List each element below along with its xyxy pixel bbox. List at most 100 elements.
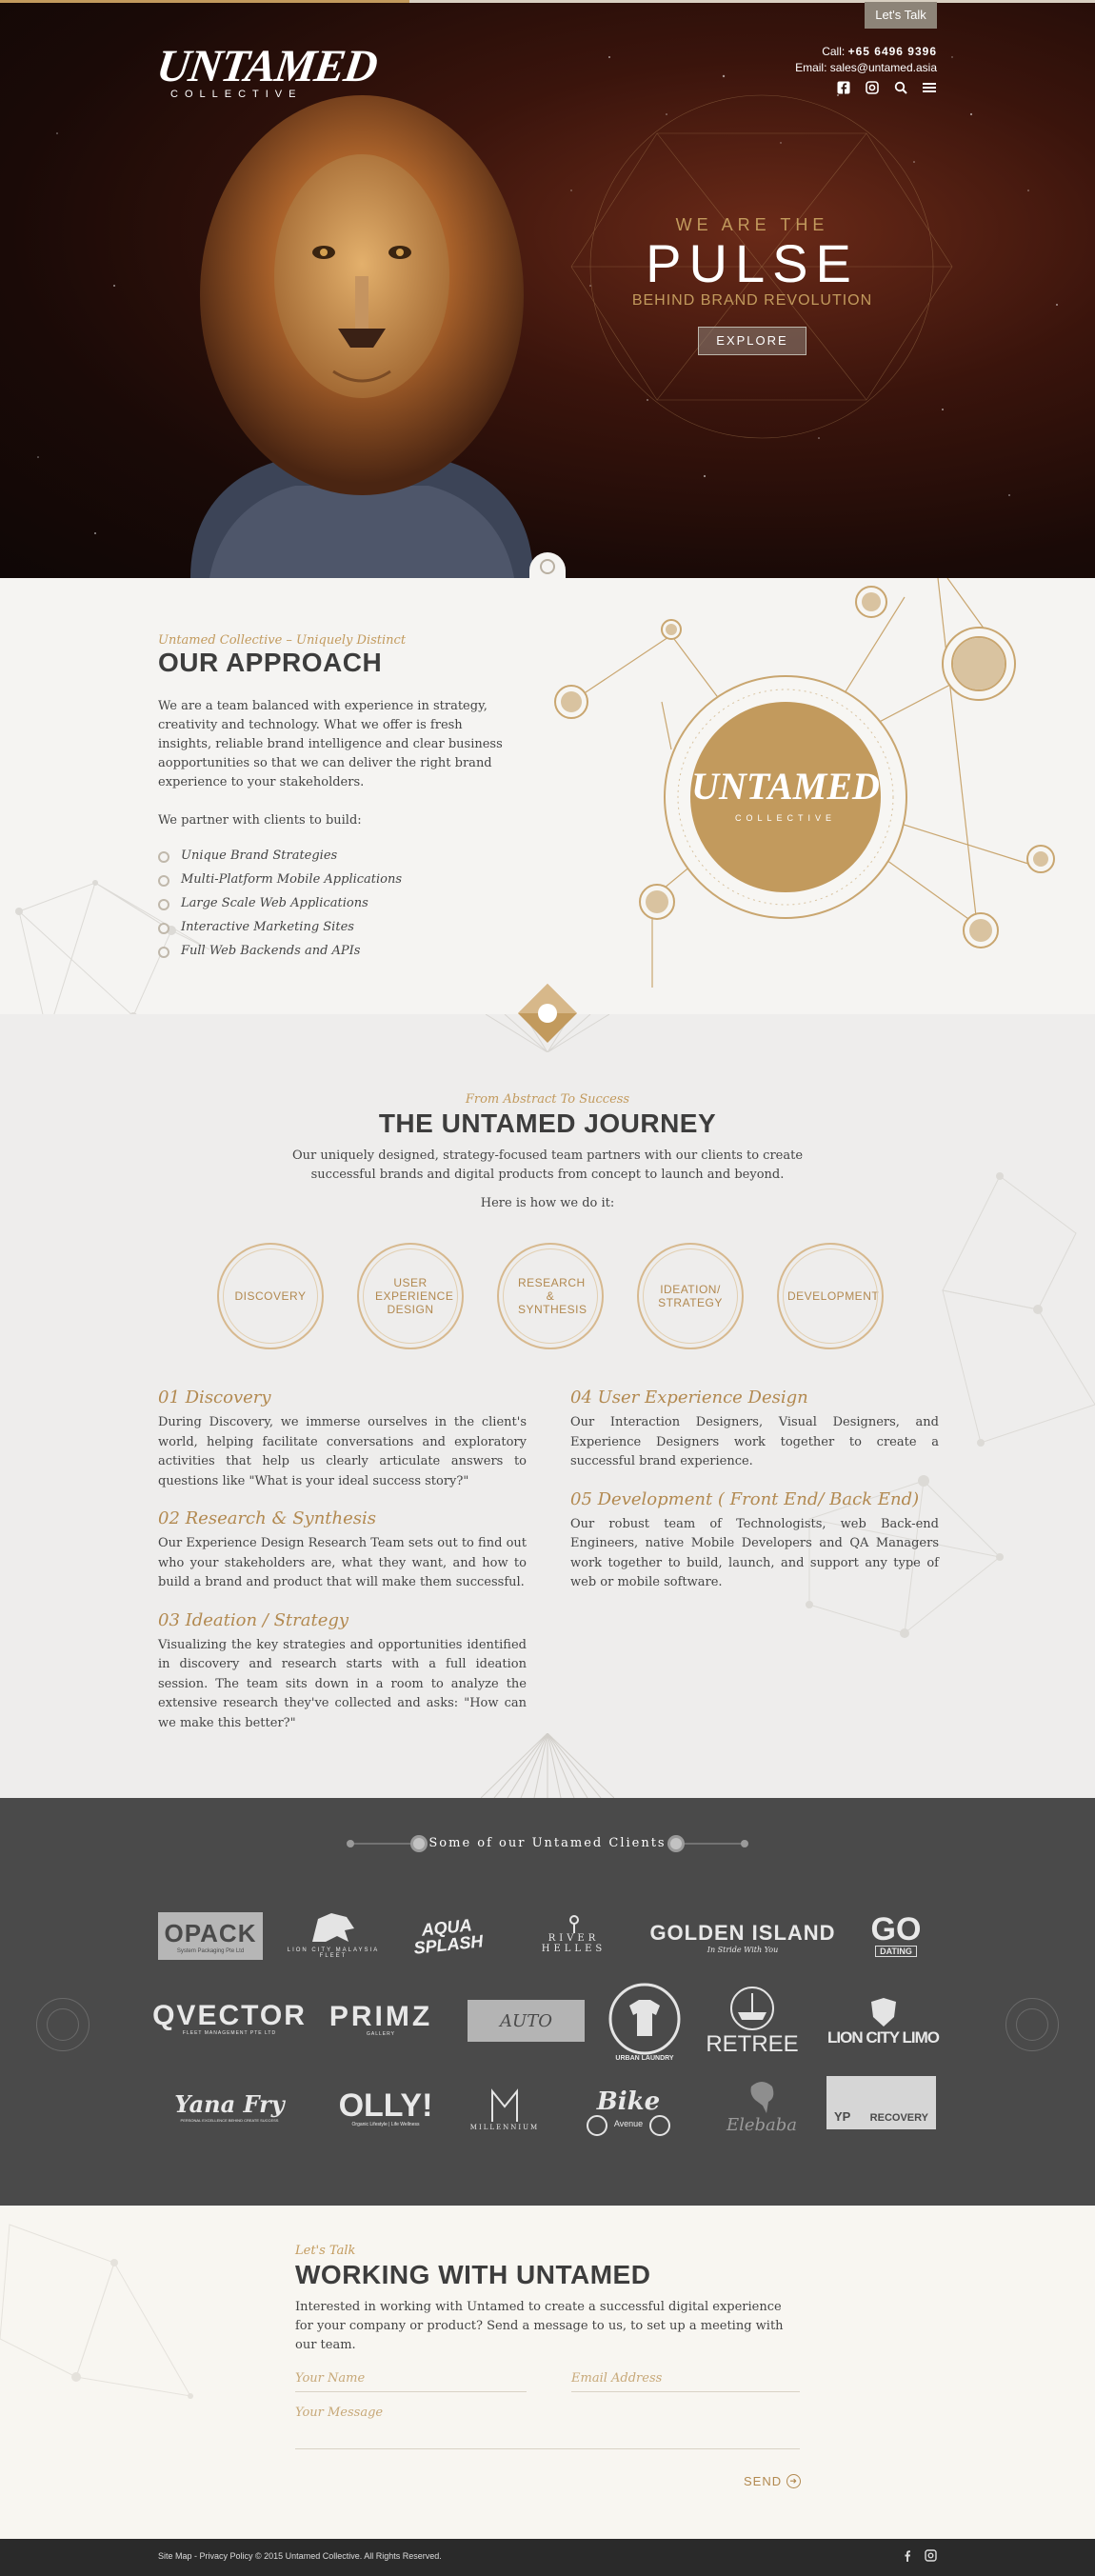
lets-talk-button[interactable]: Let's Talk — [865, 2, 937, 29]
elephant-icon — [750, 2081, 774, 2113]
step-label: DEVELOPMENT — [787, 1289, 880, 1303]
logo-text: GO — [870, 1911, 922, 1947]
list-item: Full Web Backends and APIs — [158, 939, 515, 963]
logo-text: MILLENNIUM — [469, 2124, 540, 2131]
client-logo-aqua-splash: AQUA SPLASH — [400, 1910, 495, 1962]
hero-banner: Let's Talk UNTAMED COLLECTIVE Call: +65 … — [0, 0, 1095, 578]
client-logo-river-helles: RIVER HELLES — [514, 1907, 633, 1960]
hero-subtitle: BEHIND BRAND REVOLUTION — [631, 292, 873, 309]
client-logo-go-dating: GO DATING — [855, 1907, 937, 1963]
logo-subtext: GALLERY — [367, 2031, 395, 2037]
section-text-development: Our robust team of Technologists, web Ba… — [570, 1516, 939, 1590]
contact-section: Let's Talk WORKING WITH UNTAMED Interest… — [0, 2206, 1095, 2539]
lion-emblem-icon — [312, 1913, 354, 1942]
logo-subtext: FLEET MANAGEMENT PTE LTD — [182, 2030, 277, 2036]
call-label: Call: — [822, 45, 846, 58]
logo-text: QVECTOR — [152, 2000, 307, 2031]
instagram-icon[interactable] — [925, 2549, 937, 2565]
phone-number[interactable]: +65 6496 9396 — [848, 45, 937, 58]
approach-content: Untamed Collective – Uniquely Distinct O… — [158, 633, 515, 963]
client-logo-olly: OLLY! Organic Lifestyle | Life Wellness — [333, 2084, 438, 2133]
footer-copyright[interactable]: Site Map - Privacy Policy © 2015 Untamed… — [158, 2551, 442, 2561]
logo-text: LION CITY LIMO — [827, 2028, 940, 2047]
services-list: Unique Brand Strategies Multi-Platform M… — [158, 844, 515, 963]
email-placeholder: Email Address — [571, 2371, 663, 2386]
approach-eyebrow: Untamed Collective – Uniquely Distinct — [158, 633, 407, 648]
list-item: Multi-Platform Mobile Applications — [158, 868, 515, 891]
footer: Site Map - Privacy Policy © 2015 Untamed… — [0, 2539, 1095, 2576]
globe-ship-icon — [730, 1987, 774, 2030]
send-button[interactable]: SEND ➜ — [744, 2474, 802, 2488]
name-input[interactable]: Your Name — [295, 2371, 527, 2392]
journey-header: From Abstract To Success THE UNTAMED JOU… — [262, 1092, 833, 1213]
instagram-icon[interactable] — [865, 80, 880, 95]
lion-crest-icon — [870, 1998, 896, 2027]
journey-intro: Our uniquely designed, strategy-focused … — [291, 1148, 804, 1182]
step-ideation-strategy[interactable]: IDEATION/ STRATEGY — [637, 1243, 744, 1349]
email-input[interactable]: Email Address — [571, 2371, 800, 2392]
hero-title: PULSE — [646, 233, 859, 293]
section-title-discovery: 01 Discovery — [158, 1388, 271, 1408]
send-label: SEND — [744, 2474, 783, 2488]
section-text-discovery: During Discovery, we immerse ourselves i… — [158, 1415, 527, 1488]
client-logo-primz: PRIMZ GALLERY — [328, 1998, 433, 2042]
list-item: Large Scale Web Applications — [158, 891, 515, 915]
step-development[interactable]: DEVELOPMENT — [777, 1243, 884, 1349]
logo-subtext: In Stride With You — [707, 1945, 779, 1954]
logo-subtext: Organic Lifestyle | Life Wellness — [351, 2122, 420, 2127]
client-logo-millennium: MILLENNIUM — [467, 2079, 543, 2138]
pattern-triangle-bottom — [481, 1733, 614, 1798]
menu-icon[interactable] — [922, 80, 937, 95]
message-textarea[interactable]: Your Message — [295, 2406, 800, 2449]
client-logo-yana-fry: Yana Fry PERSONAL EXCELLENCE BEHIND CREA… — [158, 2082, 301, 2131]
partner-intro: We partner with clients to build: — [158, 813, 362, 828]
lion-image — [190, 95, 533, 578]
logo-text: LION CITY MALAYSIA FLEET — [287, 1947, 380, 1959]
step-research-synthesis[interactable]: RESEARCH & SYNTHESIS — [497, 1243, 604, 1349]
approach-title: OUR APPROACH — [158, 648, 383, 677]
logo-text: RETREE — [706, 2031, 799, 2057]
journey-how: Here is how we do it: — [480, 1196, 615, 1210]
journey-eyebrow: From Abstract To Success — [465, 1092, 630, 1107]
carousel-prev-button[interactable] — [36, 1998, 90, 2051]
monogram-m-icon — [491, 2088, 518, 2122]
header-contact: Call: +65 6496 9396 Email: sales@untamed… — [795, 44, 937, 76]
hero-headline: WE ARE THE PULSE BEHIND BRAND REVOLUTION… — [619, 215, 886, 355]
section-title-ux: 04 User Experience Design — [570, 1388, 808, 1408]
client-logo-retree: RETREE — [705, 1984, 800, 2060]
client-logo-opack: OPACK System Packaging Pte Ltd — [158, 1912, 263, 1960]
list-item: Unique Brand Strategies — [158, 844, 515, 868]
journey-steps: DISCOVERY USER EXPERIENCE DESIGN RESEARC… — [217, 1243, 884, 1349]
list-item: Interactive Marketing Sites — [158, 915, 515, 939]
logo-text: PRIMZ — [328, 2001, 433, 2032]
email-link[interactable]: sales@untamed.asia — [830, 61, 937, 74]
section-text-research: Our Experience Design Research Team sets… — [158, 1536, 527, 1589]
clients-title: Some of our Untamed Clients — [428, 1836, 667, 1850]
logo-text: URBAN LAUNDRY — [615, 2054, 674, 2062]
logo-subtext: DATING — [875, 1946, 917, 1957]
logo-text: OPACK — [164, 1918, 257, 1947]
step-discovery[interactable]: DISCOVERY — [217, 1243, 324, 1349]
clients-header: Some of our Untamed Clients — [343, 1832, 752, 1855]
geometric-pattern-contact — [0, 2224, 193, 2399]
badge-subtitle: COLLECTIVE — [735, 813, 836, 823]
client-logo-lion-city-limo: LION CITY LIMO — [824, 1988, 943, 2055]
footer-icons — [904, 2549, 937, 2565]
facebook-icon[interactable] — [836, 80, 851, 95]
facebook-icon[interactable] — [904, 2549, 911, 2565]
step-label: RESEARCH & SYNTHESIS — [518, 1276, 587, 1316]
search-icon[interactable] — [893, 80, 908, 95]
carousel-next-button[interactable] — [1005, 1998, 1059, 2051]
client-logo-qvector: QVECTOR FLEET MANAGEMENT PTE LTD — [152, 1998, 305, 2040]
client-logo-golden-island: GOLDEN ISLAND In Stride With You — [647, 1912, 838, 1962]
logo-text: Yana Fry — [174, 2090, 285, 2118]
client-logo-bike-avenue: Bike Avenue — [571, 2079, 686, 2138]
section-title-development: 05 Development ( Front End/ Back End) — [570, 1488, 920, 1509]
step-label: IDEATION/ STRATEGY — [658, 1283, 723, 1309]
explore-button[interactable]: EXPLORE — [698, 327, 806, 355]
logo-text: AQUA SPLASH — [412, 1915, 485, 1958]
step-user-experience-design[interactable]: USER EXPERIENCE DESIGN — [357, 1243, 464, 1349]
client-logo-lion-city-malaysia: LION CITY MALAYSIA FLEET — [281, 1905, 386, 1964]
section-text-ideation: Visualizing the key strategies and oppor… — [158, 1637, 527, 1730]
logo-subtext: System Packaging Pte Ltd — [176, 1947, 245, 1954]
